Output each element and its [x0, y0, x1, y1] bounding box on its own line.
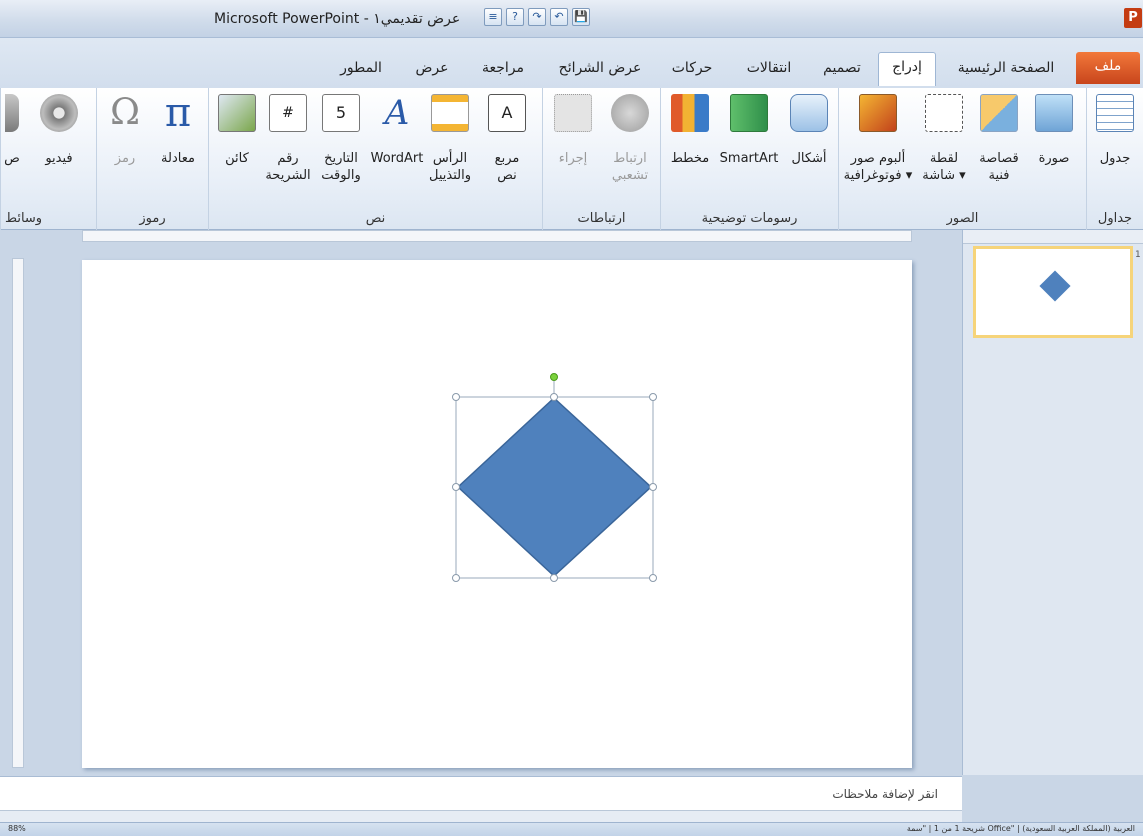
powerpoint-app-icon[interactable]: P	[1124, 8, 1142, 28]
slide-canvas[interactable]	[82, 260, 912, 768]
wordart-icon: A	[384, 93, 410, 133]
resize-handle	[649, 483, 657, 491]
diamond-shape[interactable]	[456, 396, 653, 578]
ribbon-tabs: ملف الصفحة الرئيسية إدراج تصميم انتقالات…	[0, 38, 1143, 88]
clipart-button[interactable]: قصاصة فنية	[973, 94, 1025, 184]
chart-icon	[671, 94, 709, 132]
group-symbols: π معادلة Ω رمز رموز	[96, 88, 208, 230]
audio-button[interactable]: ص	[1, 94, 23, 167]
ribbon-insert: جدول جداول صورة قصاصة فنية لقطة شاشة ▾ ألب…	[0, 88, 1143, 230]
resize-handle	[649, 574, 657, 582]
slide-drawing	[452, 373, 657, 582]
resize-handle	[452, 574, 460, 582]
qat-button[interactable]: 💾	[572, 8, 590, 26]
tab-animations[interactable]: حركات	[660, 54, 724, 84]
hyperlink-button[interactable]: ارتباط تشعبي	[603, 94, 657, 184]
textbox-icon: A	[488, 94, 526, 132]
resize-handle	[452, 393, 460, 401]
tab-slideshow[interactable]: عرض الشرائح	[546, 54, 654, 84]
shapes-button[interactable]: أشكال	[783, 94, 835, 167]
qat-button[interactable]: ↶	[550, 8, 568, 26]
slide-thumbnail[interactable]	[973, 246, 1133, 338]
tab-review[interactable]: مراجعة	[468, 54, 538, 84]
resize-handle	[550, 393, 558, 401]
object-button[interactable]: كائن	[213, 94, 261, 167]
slide-number-button[interactable]: # رقم الشريحة	[263, 94, 313, 184]
table-icon	[1096, 94, 1134, 132]
resize-handle	[452, 483, 460, 491]
quick-access-toolbar: ≡ ? ↷ ↶ 💾	[484, 8, 590, 26]
pi-icon: π	[164, 90, 192, 136]
tab-design[interactable]: تصميم	[812, 54, 872, 84]
header-footer-icon	[431, 94, 469, 132]
chart-button[interactable]: مخطط	[665, 94, 715, 167]
film-reel-icon	[40, 94, 78, 132]
photo-album-button[interactable]: ألبوم صور فوتوغرافية ▾	[841, 94, 915, 184]
group-illustrations: أشكال SmartArt مخطط رسومات توضيحية	[660, 88, 838, 230]
date-time-button[interactable]: 5 التاريخ والوقت	[313, 94, 369, 184]
symbol-button[interactable]: Ω رمز	[101, 94, 149, 167]
group-media: فيديو ص وسائط	[0, 88, 96, 230]
group-tables: جدول جداول	[1086, 88, 1143, 230]
clipart-icon	[980, 94, 1018, 132]
qat-button[interactable]: ↷	[528, 8, 546, 26]
tab-insert[interactable]: إدراج	[878, 52, 936, 86]
horizontal-ruler	[82, 230, 912, 242]
group-links: ارتباط تشعبي إجراء ارتباطات	[542, 88, 660, 230]
equation-button[interactable]: π معادلة	[151, 90, 205, 167]
status-bar: 88% شريحة 1 من 1 | "سمة Office" | العربي…	[0, 822, 1143, 836]
smartart-icon	[730, 94, 768, 132]
shapes-icon	[790, 94, 828, 132]
vertical-ruler	[12, 258, 24, 768]
object-icon	[218, 94, 256, 132]
header-footer-button[interactable]: الرأس والتذييل	[421, 94, 479, 184]
tab-developer[interactable]: المطور	[326, 54, 396, 84]
slides-pane: 1	[962, 230, 1143, 775]
thumbnail-diamond	[1039, 270, 1071, 302]
smartart-button[interactable]: SmartArt	[717, 94, 781, 167]
horizontal-scrollbar[interactable]	[0, 810, 962, 822]
rotation-handle[interactable]	[550, 373, 558, 381]
speaker-icon	[5, 94, 19, 132]
textbox-button[interactable]: A مربع نص	[479, 94, 535, 184]
status-info: شريحة 1 من 1 | "سمة Office" | العربية (ا…	[906, 824, 1135, 833]
video-button[interactable]: فيديو	[31, 94, 87, 167]
zoom-level[interactable]: 88%	[8, 824, 26, 833]
hyperlink-icon	[611, 94, 649, 132]
qat-button[interactable]: ?	[506, 8, 524, 26]
resize-handle	[550, 574, 558, 582]
qat-button[interactable]: ≡	[484, 8, 502, 26]
tab-view[interactable]: عرض	[404, 54, 460, 84]
slides-pane-header	[963, 230, 1143, 244]
calendar-icon: 5	[322, 94, 360, 132]
action-icon	[554, 94, 592, 132]
picture-button[interactable]: صورة	[1029, 94, 1079, 167]
table-button[interactable]: جدول	[1091, 94, 1139, 167]
tab-home[interactable]: الصفحة الرئيسية	[940, 54, 1072, 84]
notes-pane[interactable]: انقر لإضافة ملاحظات	[0, 776, 962, 810]
screenshot-button[interactable]: لقطة شاشة ▾	[917, 94, 971, 184]
window-title: Microsoft PowerPoint - عرض تقديمي١	[214, 11, 461, 27]
omega-icon: Ω	[110, 92, 140, 133]
resize-handle	[649, 393, 657, 401]
group-text: A مربع نص الرأس والتذييل A WordArt 5 التار…	[208, 88, 542, 230]
screenshot-icon	[925, 94, 963, 132]
slide-thumbnail-number: 1	[1135, 250, 1141, 260]
slide-number-icon: #	[269, 94, 307, 132]
photo-album-icon	[859, 94, 897, 132]
wordart-button[interactable]: A WordArt	[369, 94, 425, 167]
title-bar: Microsoft PowerPoint - عرض تقديمي١ ≡ ? ↷…	[0, 0, 1143, 38]
picture-icon	[1035, 94, 1073, 132]
tab-file[interactable]: ملف	[1076, 52, 1140, 84]
tab-transitions[interactable]: انتقالات	[732, 54, 806, 84]
group-images: صورة قصاصة فنية لقطة شاشة ▾ ألبوم صور فوتوغ…	[838, 88, 1086, 230]
action-button[interactable]: إجراء	[547, 94, 599, 167]
notes-placeholder: انقر لإضافة ملاحظات	[832, 787, 938, 801]
